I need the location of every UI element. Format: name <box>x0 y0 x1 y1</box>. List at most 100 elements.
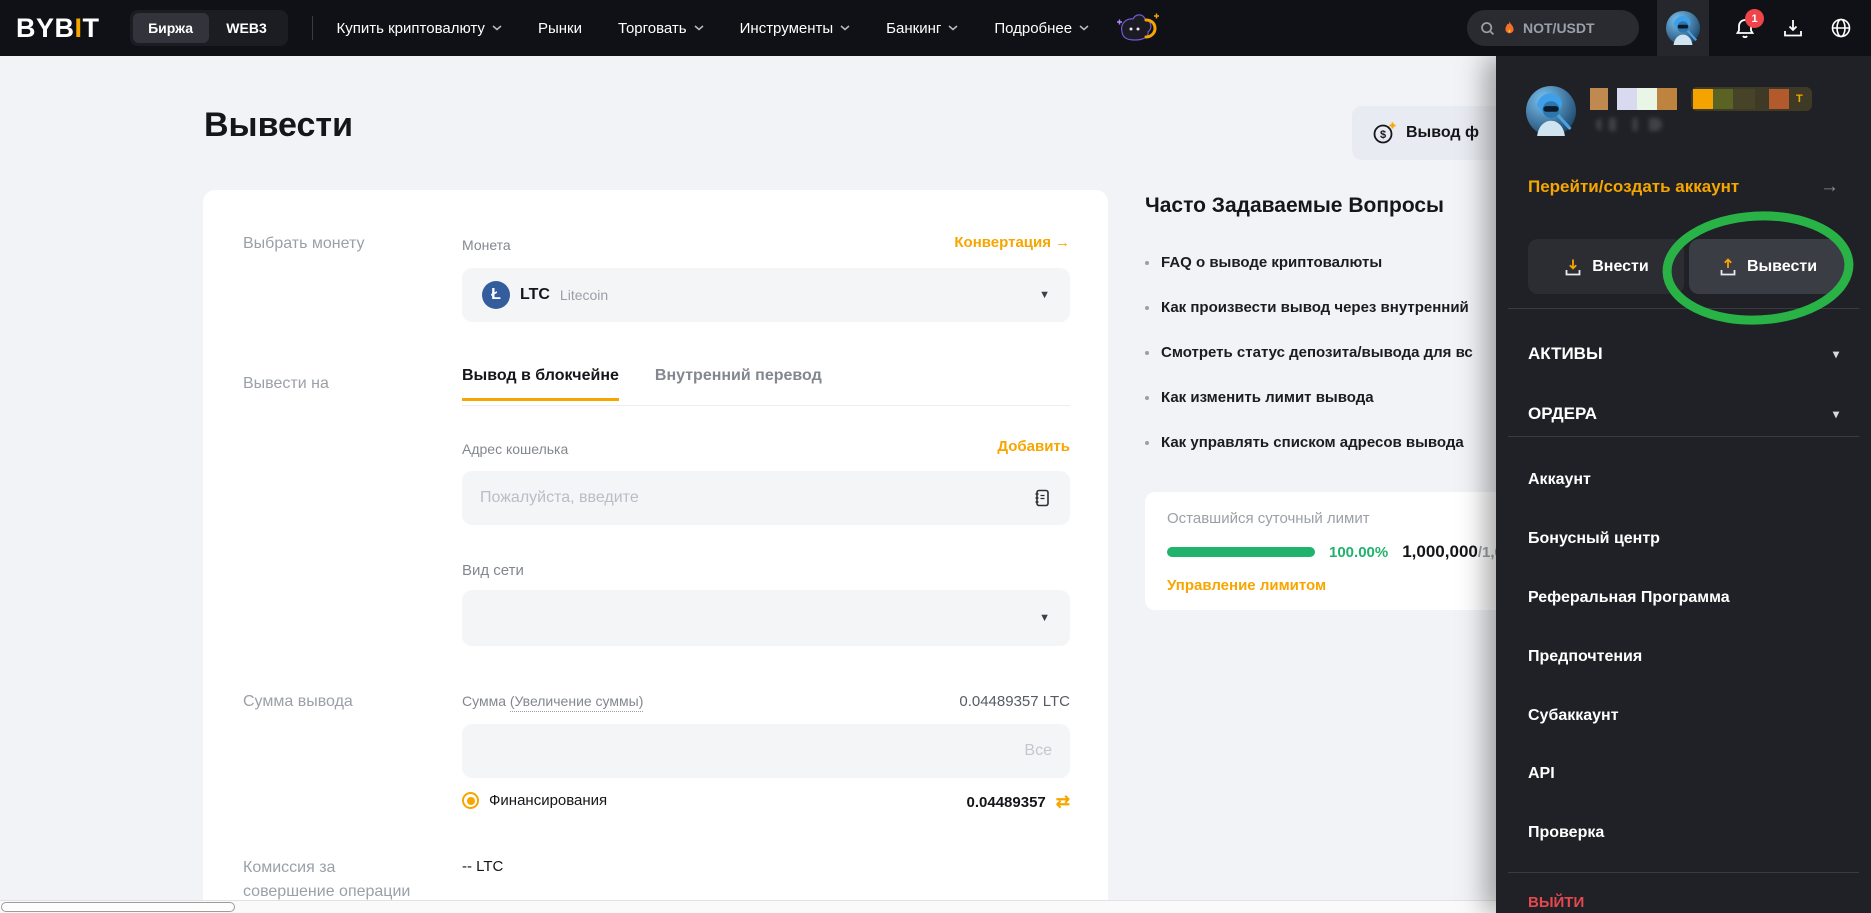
manage-limit-link[interactable]: Управление лимитом <box>1167 577 1326 594</box>
litecoin-icon: Ł <box>482 281 510 309</box>
section-assets[interactable]: АКТИВЫ ▾ <box>1528 344 1839 364</box>
vip-badge-redacted: T <box>1691 87 1812 111</box>
page-title: Вывести <box>204 106 353 144</box>
language-globe-button[interactable] <box>1829 16 1853 40</box>
nav-label: Подробнее <box>994 19 1073 37</box>
bullet-icon <box>1145 440 1149 445</box>
funding-balance: 0.04489357 ⇄ <box>967 792 1071 812</box>
withdraw-to-section-label: Вывести на <box>243 375 329 392</box>
menu-preferences[interactable]: Предпочтения <box>1528 648 1839 666</box>
network-select[interactable]: ▼ <box>462 590 1070 646</box>
bybit-withdraw-page: BYBIT Биржа WEB3 Купить криптовалюту Рын… <box>0 0 1871 913</box>
funding-label: Финансирования <box>489 792 608 809</box>
menu-subaccount[interactable]: Субаккаунт <box>1528 707 1839 725</box>
coin-symbol: LTC <box>520 286 550 303</box>
nav-more[interactable]: Подробнее <box>994 20 1089 37</box>
deposit-icon <box>1565 259 1581 275</box>
profile-avatar[interactable] <box>1657 0 1709 56</box>
bybit-logo[interactable]: BYBIT <box>16 13 100 44</box>
limit-percent: 100.00% <box>1329 543 1389 561</box>
coin-field-label: Монета <box>462 237 511 253</box>
deposit-button[interactable]: Внести <box>1528 239 1684 294</box>
wallet-address-label: Адрес кошелька <box>462 441 569 457</box>
withdraw-form-card: Выбрать монету Монета Конвертация → Ł LTC… <box>203 190 1108 913</box>
wallet-address-input[interactable]: Пожалуйста, введите <box>462 471 1070 525</box>
section-orders[interactable]: ОРДЕРА ▾ <box>1528 404 1839 424</box>
logout-link[interactable]: ВЫЙТИ <box>1528 894 1584 911</box>
top-navbar: BYBIT Биржа WEB3 Купить криптовалюту Рын… <box>0 0 1871 56</box>
chevron-down-icon <box>694 25 704 31</box>
funding-balance-value: 0.04489357 <box>966 793 1046 811</box>
scrollbar-thumb[interactable] <box>1 902 235 912</box>
menu-account[interactable]: Аккаунт <box>1528 471 1839 489</box>
nav-markets[interactable]: Рынки <box>538 20 582 37</box>
main-nav: Купить криптовалюту Рынки Торговать Инст… <box>337 20 1090 37</box>
search-pair-text: NOT/USDT <box>1523 20 1595 36</box>
globe-icon <box>1831 18 1851 38</box>
panel-divider <box>1508 872 1859 873</box>
menu-bonus-center[interactable]: Бонусный центр <box>1528 530 1839 548</box>
toggle-exchange[interactable]: Биржа <box>132 13 209 43</box>
go-create-account-link[interactable]: Перейти/создать аккаунт → <box>1528 176 1839 198</box>
nav-banking[interactable]: Банкинг <box>886 20 958 37</box>
user-id-redacted <box>1596 118 1662 131</box>
chevron-down-icon <box>492 25 502 31</box>
panel-avatar[interactable] <box>1526 86 1576 141</box>
username-redacted: T <box>1590 87 1812 111</box>
coin-dollar-icon: $ <box>1373 122 1396 144</box>
toggle-web3[interactable]: WEB3 <box>209 13 285 43</box>
withdraw-method-tabs: Вывод в блокчейне Внутренний перевод <box>462 367 822 401</box>
amount-input[interactable]: Все <box>462 724 1070 778</box>
nav-tools[interactable]: Инструменты <box>740 20 851 37</box>
avatar-image <box>1526 86 1576 136</box>
coin-select[interactable]: Ł LTC Litecoin ▼ <box>462 268 1070 322</box>
tab-onchain-withdrawal[interactable]: Вывод в блокчейне <box>462 367 619 401</box>
menu-verification[interactable]: Проверка <box>1528 824 1839 842</box>
convert-link[interactable]: Конвертация → <box>954 234 1070 251</box>
network-type-label: Вид сети <box>462 562 524 579</box>
daily-limit-card: Оставшийся суточный лимит 100.00% 1,000,… <box>1145 492 1525 610</box>
bullet-icon <box>1145 260 1149 265</box>
amount-field-label: Сумма (Увеличение суммы) <box>462 693 644 712</box>
chevron-down-icon <box>1079 25 1089 31</box>
download-app-button[interactable] <box>1781 16 1805 40</box>
withdraw-label: Вывести <box>1746 257 1818 275</box>
nav-label: Банкинг <box>886 19 942 37</box>
nav-label: Торговать <box>617 19 687 37</box>
nav-label: Инструменты <box>739 19 834 37</box>
notifications-bell[interactable]: 1 <box>1733 9 1764 40</box>
chevron-down-icon <box>948 25 958 31</box>
caret-down-icon: ▾ <box>1832 347 1839 361</box>
navbar-divider <box>311 16 313 40</box>
caret-down-icon: ▼ <box>1039 612 1050 624</box>
withdraw-button[interactable]: Вывести <box>1689 239 1846 294</box>
exchange-web3-toggle: Биржа WEB3 <box>129 10 288 46</box>
caret-down-icon: ▼ <box>1039 289 1050 301</box>
limit-label: Оставшийся суточный лимит <box>1167 510 1370 527</box>
bullet-icon <box>1145 305 1149 310</box>
coin-name: Litecoin <box>559 287 609 303</box>
mascot-icon[interactable] <box>1115 13 1160 43</box>
logo-text: BYB <box>16 12 75 43</box>
chevron-down-icon <box>840 25 850 31</box>
bullet-icon <box>1145 350 1149 355</box>
transfer-swap-icon[interactable]: ⇄ <box>1056 792 1070 812</box>
nav-trade[interactable]: Торговать <box>618 20 704 37</box>
add-address-link[interactable]: Добавить <box>997 438 1070 455</box>
all-button[interactable]: Все <box>1024 742 1052 760</box>
notification-badge: 1 <box>1745 9 1764 28</box>
search-box[interactable]: NOT/USDT <box>1467 10 1639 46</box>
fee-section-label: Комиссия за совершение операции <box>243 859 411 900</box>
radio-selected-icon <box>462 792 479 809</box>
arrow-right-icon: → <box>1820 176 1839 197</box>
caret-down-icon: ▾ <box>1832 407 1839 421</box>
nav-buy-crypto[interactable]: Купить криптовалюту <box>337 20 502 37</box>
deposit-label: Внести <box>1592 257 1649 275</box>
tab-internal-transfer[interactable]: Внутренний перевод <box>655 367 822 401</box>
funding-account-radio[interactable]: Финансирования <box>462 792 607 809</box>
menu-referral-program[interactable]: Реферальная Программа <box>1528 589 1839 607</box>
fee-value: -- LTC <box>462 858 504 875</box>
address-book-icon[interactable] <box>1032 488 1052 508</box>
menu-api[interactable]: API <box>1528 765 1839 783</box>
amount-increase-hint[interactable]: (Увеличение суммы) <box>509 693 644 712</box>
